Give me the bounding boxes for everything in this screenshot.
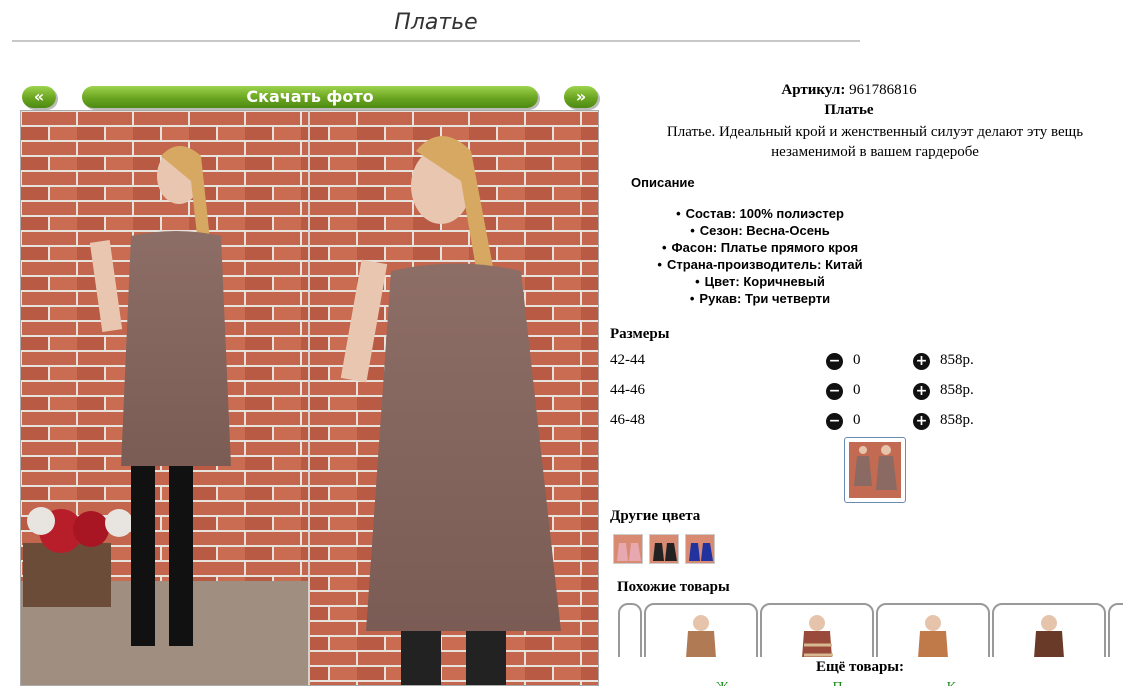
plus-icon[interactable]: + xyxy=(913,353,930,370)
product-photo xyxy=(20,110,599,686)
quantity-value: 0 xyxy=(853,382,861,398)
more-products-label: Ещё товары: xyxy=(815,659,905,675)
details-item: Фасон: Платье прямого кроя xyxy=(610,239,910,256)
download-photo-button[interactable]: Скачать фото xyxy=(82,86,538,108)
details-heading: Описание xyxy=(631,175,695,190)
article-label: Артикул: xyxy=(781,82,846,98)
size-row: 46-48 − 0 + 858р. xyxy=(610,412,990,432)
minus-icon[interactable]: − xyxy=(826,353,843,370)
sizes-heading: Размеры xyxy=(610,326,670,342)
more-link[interactable]: Ж xyxy=(716,680,729,686)
article-value: 961786816 xyxy=(849,82,917,98)
price-value: 858р. xyxy=(940,382,974,398)
other-colors-heading: Другие цвета xyxy=(610,508,701,524)
product-name: Платье xyxy=(824,102,874,118)
more-link[interactable]: П xyxy=(833,680,843,686)
size-label: 42-44 xyxy=(610,352,645,368)
next-photo-button[interactable]: » xyxy=(564,86,598,108)
size-label: 44-46 xyxy=(610,382,645,398)
minus-icon[interactable]: − xyxy=(826,413,843,430)
size-row: 42-44 − 0 + 858р. xyxy=(610,352,990,372)
color-variant-pink[interactable] xyxy=(613,534,643,564)
article-line: Артикул: 961786816 xyxy=(610,82,1088,99)
details-item: Цвет: Коричневый xyxy=(610,273,910,290)
details-item: Сезон: Весна-Осень xyxy=(610,222,910,239)
title-divider xyxy=(12,40,860,42)
page-title: Платье xyxy=(394,10,478,35)
price-value: 858р. xyxy=(940,412,974,428)
details-item: Страна-производитель: Китай xyxy=(610,256,910,273)
more-link[interactable]: К xyxy=(947,680,956,686)
minus-icon[interactable]: − xyxy=(826,383,843,400)
prev-photo-button[interactable]: « xyxy=(22,86,56,108)
plus-icon[interactable]: + xyxy=(913,413,930,430)
price-value: 858р. xyxy=(940,352,974,368)
quantity-value: 0 xyxy=(853,412,861,428)
plus-icon[interactable]: + xyxy=(913,383,930,400)
size-row: 44-46 − 0 + 858р. xyxy=(610,382,990,402)
color-variant-black[interactable] xyxy=(649,534,679,564)
quantity-value: 0 xyxy=(853,352,861,368)
details-item: Состав: 100% полиэстер xyxy=(610,205,910,222)
details-list: Состав: 100% полиэстер Сезон: Весна-Осен… xyxy=(610,205,910,307)
color-variant-blue[interactable] xyxy=(685,534,715,564)
product-description: Платье. Идеальный крой и женственный сил… xyxy=(666,124,1084,160)
product-thumbnail[interactable] xyxy=(844,437,906,503)
similar-heading: Похожие товары xyxy=(617,579,730,595)
more-products-links: Ж П К xyxy=(716,678,1116,686)
details-item: Рукав: Три четверти xyxy=(610,290,910,307)
size-label: 46-48 xyxy=(610,412,645,428)
